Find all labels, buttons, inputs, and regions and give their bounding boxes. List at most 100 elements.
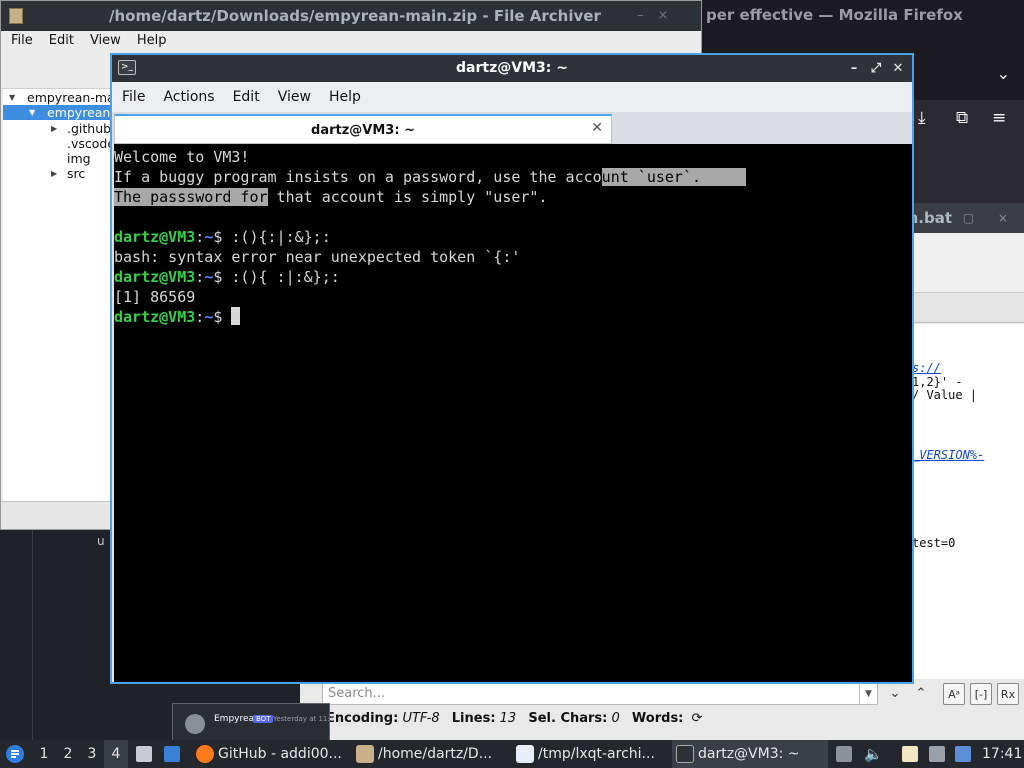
find-next-icon[interactable]: ⌄ [884,683,906,705]
expand-arrow-icon[interactable]: ▶ [51,121,57,136]
selection: unt `user`. [601,168,747,186]
workspace-4[interactable]: 4 [104,740,128,768]
display-icon[interactable] [929,746,945,762]
terminal-window[interactable]: >_ dartz@VM3: ~ – ⤢ ✕ File Actions Edit Vie… [110,53,914,684]
search-history-dropdown[interactable]: ▼ [859,684,877,704]
archiver-menubar: File Edit View Help [1,31,701,51]
background-text: u [97,534,105,548]
task-file-archiver[interactable]: /home/dartz/D... [352,740,508,768]
terminal-icon [676,745,694,763]
menu-file[interactable]: File [112,82,153,105]
tree-item[interactable]: ▼ empyrean-main [3,105,113,120]
volume-icon[interactable]: 🔈 [864,746,883,762]
terminal-title: dartz@VM3: ~ [456,60,568,76]
prompt-user: dartz@VM3 [114,308,196,326]
tab-label: dartz@VM3: ~ [311,123,415,138]
notification-popup[interactable]: Empyrean BOT Yesterday at 11:1 [172,703,334,740]
menu-help[interactable]: Help [319,82,369,105]
expand-arrow-icon[interactable]: ▼ [29,105,35,120]
find-previous-icon[interactable]: ⌃ [910,683,932,705]
app-menu-icon[interactable] [4,740,28,768]
divider [32,530,33,740]
scroll-left-icon[interactable] [836,746,852,762]
menu-help[interactable]: Help [127,31,173,48]
tree-item[interactable]: ▶ src [3,166,113,181]
close-icon[interactable]: ✕ [888,55,908,82]
terminal-line: [1] 86569 [114,288,196,306]
minimize-icon[interactable]: – [844,55,864,82]
workspace-1[interactable]: 1 [32,740,56,768]
doc-line[interactable]: s:// [912,361,941,375]
task-text-editor[interactable]: /tmp/lxqt-archi... [512,740,668,768]
doc-line: test=0 [912,536,956,550]
menu-icon[interactable]: ≡ [992,108,1006,128]
archiver-window-buttons[interactable]: –× [637,8,682,23]
tab-terminal[interactable]: dartz@VM3: ~ ✕ [114,114,612,144]
terminal-titlebar[interactable]: >_ dartz@VM3: ~ – ⤢ ✕ [112,55,912,82]
task-firefox[interactable]: GitHub - addi00... [192,740,348,768]
task-terminal[interactable]: dartz@VM3: ~ [672,740,828,768]
menu-view[interactable]: View [268,82,319,105]
tree-item[interactable]: ▶ .github [3,121,113,136]
file-manager-icon[interactable] [136,746,152,762]
lines-value: 13 [499,711,517,726]
taskbar: 1 2 3 4 GitHub - addi00... /home/dartz/D… [0,740,1024,768]
prompt-user: dartz@VM3 [114,228,196,246]
menu-file[interactable]: File [1,31,39,48]
menu-actions[interactable]: Actions [153,82,222,105]
terminal-menubar: File Actions Edit View Help [112,82,912,112]
menu-view[interactable]: View [80,31,127,48]
folder-tree[interactable]: ▼ empyrean-main ▼ empyrean-main ▶ .githu… [3,89,113,501]
regex-button[interactable]: Rx [997,683,1019,705]
downloads-icon[interactable]: ⤓ [918,108,926,128]
show-desktop-icon[interactable] [164,746,180,762]
words-label: Words: [631,711,684,726]
editor-window-buttons[interactable]: – ▢ × [933,211,1018,225]
text-cursor [231,307,241,325]
tree-item[interactable]: ▼ empyrean-main [3,90,113,105]
expand-arrow-icon[interactable]: ▶ [51,166,57,181]
sel-chars-label: Sel. Chars: [528,711,608,726]
terminal-line: The passsword for that account is simply… [114,188,548,206]
workspace-2[interactable]: 2 [56,740,80,768]
prompt-path: ~ [204,308,214,326]
bot-badge: BOT [253,715,274,723]
terminal-screen[interactable]: Welcome to VM3! If a buggy program insis… [114,144,912,682]
close-tab-icon[interactable]: ✕ [591,120,603,136]
doc-line[interactable]: _VERSION%- [912,448,984,462]
tree-item[interactable]: img [3,151,113,166]
doc-line: 1,2}' - [912,375,963,389]
menu-edit[interactable]: Edit [223,82,268,105]
terminal-line: dartz@VM3:~$ [114,307,241,327]
prompt-path: ~ [204,268,214,286]
terminal-line: If a buggy program insists on a password… [114,168,747,186]
prompt-path: ~ [204,228,214,246]
terminal-tabbar: dartz@VM3: ~ ✕ [112,112,912,144]
network-icon[interactable] [955,746,971,762]
lines-label: Lines: [451,711,496,726]
encoding-label: Encoding: [326,711,399,726]
refresh-words-icon[interactable]: ⟳ [692,711,703,726]
maximize-icon[interactable]: ⤢ [866,55,886,82]
selection: The passsword for [114,188,268,206]
clock[interactable]: 17:41 [982,740,1022,768]
archive-icon [356,745,374,763]
tree-item[interactable]: .vscode [3,136,113,151]
notification-time: Yesterday at 11:1 [273,715,335,723]
avatar [185,714,205,734]
workspace-3[interactable]: 3 [80,740,104,768]
menu-edit[interactable]: Edit [39,31,80,48]
search-input[interactable]: Search... ▼ [322,683,878,705]
terminal-icon: >_ [118,60,136,75]
text-editor-icon [516,745,534,763]
expand-arrow-icon[interactable]: ▼ [9,90,15,105]
clipboard-icon[interactable] [902,746,918,762]
terminal-line: dartz@VM3:~$ :(){ :|:&};: [114,268,340,286]
extensions-icon[interactable]: ⧉ [956,108,968,128]
terminal-line: dartz@VM3:~$ :(){:|:&};: [114,228,331,246]
search-placeholder: Search... [328,686,386,701]
sel-chars-value: 0 [611,711,620,726]
list-tabs-chevron-icon[interactable]: ⌄ [997,64,1010,83]
whole-word-button[interactable]: [-] [970,683,992,705]
match-case-button[interactable]: Aᵃ [943,683,965,705]
